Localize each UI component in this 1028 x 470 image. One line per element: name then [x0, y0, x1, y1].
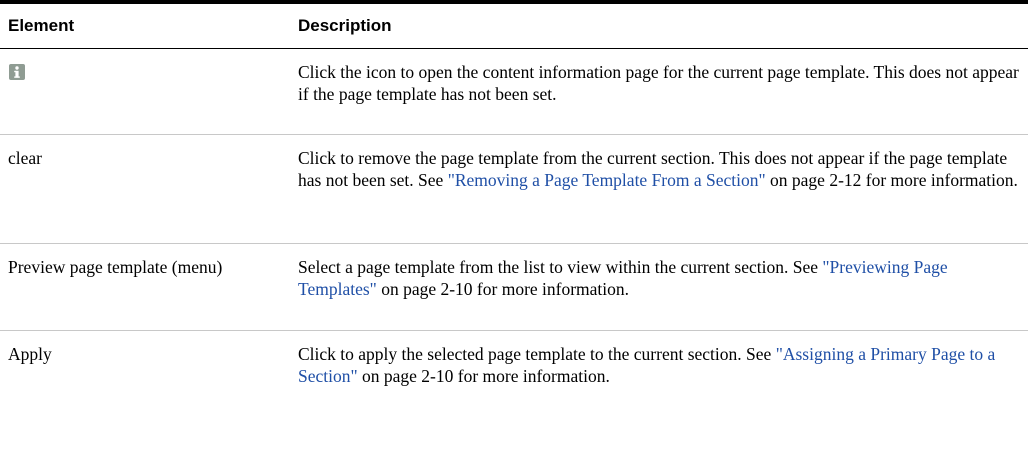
- element-cell: clear: [8, 148, 42, 168]
- element-cell: Apply: [8, 344, 52, 364]
- description-text: on page 2-10 for more information.: [376, 279, 630, 299]
- header-element: Element: [8, 16, 75, 35]
- description-cell: Select a page template from the list to …: [298, 256, 1020, 300]
- table-row: Click the icon to open the content infor…: [0, 49, 1028, 135]
- description-text: on page 2-12 for more information.: [765, 170, 1018, 190]
- element-cell: [8, 61, 278, 86]
- description-text: on page 2-10 for more information.: [357, 366, 610, 386]
- table-row: clear Click to remove the page template …: [0, 135, 1028, 244]
- description-text: Select a page template from the list to …: [298, 257, 823, 277]
- table-row: Preview page template (menu) Select a pa…: [0, 244, 1028, 331]
- description-cell: Click to apply the selected page templat…: [298, 343, 1020, 387]
- header-description: Description: [298, 16, 392, 35]
- description-text: Click to apply the selected page templat…: [298, 344, 776, 364]
- description-cell: Click the icon to open the content infor…: [298, 62, 1019, 104]
- table-header-row: Element Description: [0, 4, 1028, 49]
- element-cell: Preview page template (menu): [8, 257, 223, 277]
- removing-page-template-link[interactable]: "Removing a Page Template From a Section…: [448, 170, 766, 190]
- table-row: Apply Click to apply the selected page t…: [0, 331, 1028, 431]
- element-description-table: Element Description Click the icon to op…: [0, 0, 1028, 431]
- description-cell: Click to remove the page template from t…: [298, 147, 1020, 191]
- info-icon: [8, 63, 26, 81]
